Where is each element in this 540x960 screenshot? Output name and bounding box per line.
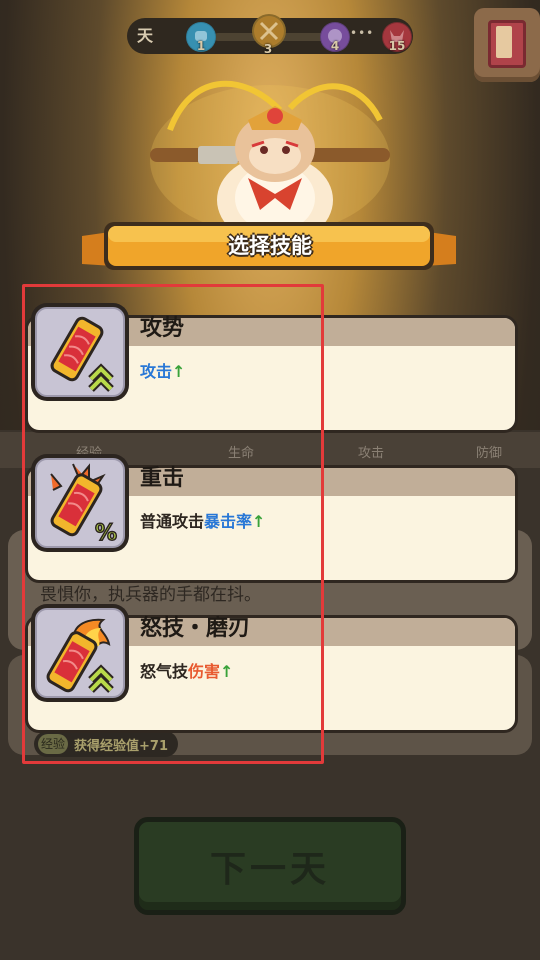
stage-ellipsis: •••: [350, 26, 375, 40]
rage-damage-scroll-icon: [31, 604, 129, 702]
dialog-title: 选择技能: [228, 234, 312, 258]
skill-name: 攻势: [140, 316, 185, 341]
desc-text: 怒气技: [140, 662, 189, 681]
skill-description: 普通攻击暴击率↑: [140, 508, 265, 532]
stage-number-3: 4: [330, 39, 340, 53]
next-day-button[interactable]: 下一天: [134, 817, 406, 915]
book-page: [496, 26, 512, 58]
stage-number-1: 1: [196, 39, 206, 53]
up-arrow-icon: ↑: [220, 662, 234, 681]
desc-highlight: 暴击率: [204, 512, 253, 531]
skill-name: 重击: [140, 466, 185, 491]
svg-text:%: %: [95, 521, 117, 546]
desc-highlight: 伤害: [188, 662, 221, 681]
up-arrow-icon: ↑: [172, 362, 186, 381]
next-day-label: 下一天: [209, 849, 330, 890]
exp-gain-text: 获得经验值+71: [74, 738, 168, 754]
stage-number-2: 3: [263, 42, 273, 56]
day-label: 天: [136, 26, 153, 45]
exp-chip: 经验: [38, 734, 68, 754]
skill-book-icon[interactable]: [474, 8, 540, 82]
skill-description: 攻击↑: [140, 358, 185, 382]
up-arrow-icon: ↑: [252, 512, 266, 531]
story-text: 畏惧你，执兵器的手都在抖。: [40, 585, 261, 605]
skill-name: 怒技・磨刃: [140, 616, 251, 641]
skill-description: 怒气技伤害↑: [140, 658, 233, 682]
stage-number-4: 15: [388, 39, 406, 53]
stat-label-attack: 攻击: [358, 446, 385, 461]
desc-text: 普通攻击: [140, 512, 205, 531]
exp-gain-badge: 经验 获得经验值+71: [34, 731, 178, 757]
critical-rate-scroll-icon: %: [31, 454, 129, 552]
stat-label-hp: 生命: [228, 446, 255, 461]
stat-label-defense: 防御: [476, 446, 503, 461]
desc-highlight: 攻击: [140, 362, 173, 381]
attack-up-scroll-icon: [31, 303, 129, 401]
